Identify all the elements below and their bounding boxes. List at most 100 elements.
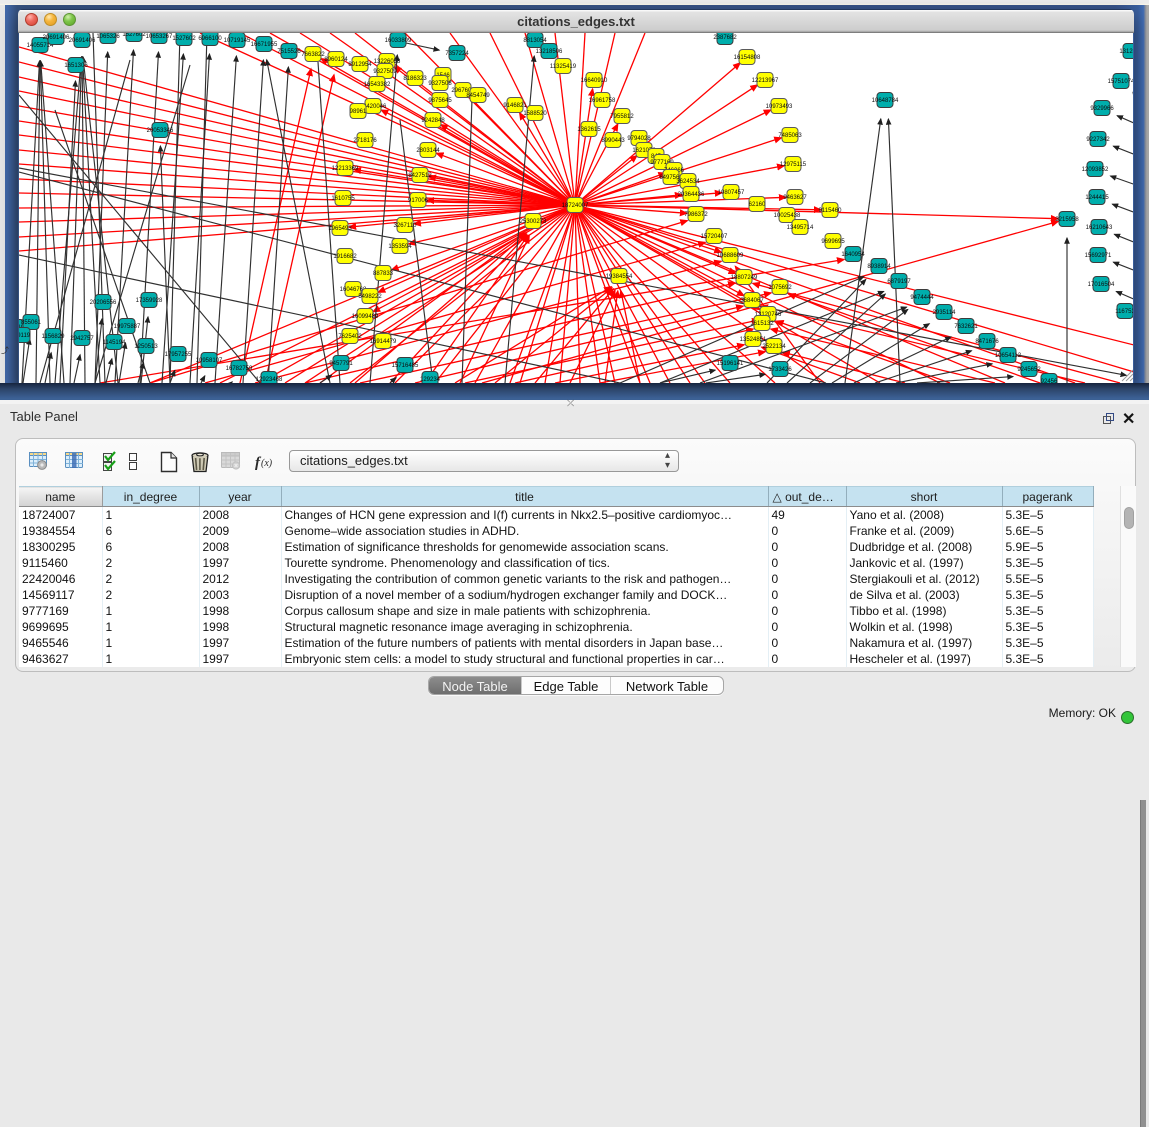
svg-text:98961: 98961 (350, 109, 367, 115)
svg-text:1145194: 1145194 (103, 340, 127, 346)
svg-text:13495714: 13495714 (787, 225, 814, 231)
svg-text:1588520: 1588520 (523, 111, 547, 117)
svg-text:10958107: 10958107 (196, 358, 223, 364)
svg-text:5498222: 5498222 (358, 294, 382, 300)
svg-text:18724007: 18724007 (562, 203, 589, 209)
svg-text:6879197: 6879197 (887, 279, 911, 285)
svg-text:7663822: 7663822 (301, 52, 325, 58)
svg-text:1075692: 1075692 (768, 285, 792, 291)
svg-text:7485063: 7485063 (778, 133, 802, 139)
svg-text:8471676: 8471676 (975, 339, 999, 345)
svg-text:20206556: 20206556 (90, 300, 117, 306)
svg-text:11325419: 11325419 (550, 64, 577, 70)
svg-text:8186323: 8186323 (403, 76, 427, 82)
svg-text:17957255: 17957255 (165, 352, 192, 358)
svg-text:20364436: 20364436 (678, 192, 705, 198)
svg-text:10719145: 10719145 (224, 38, 251, 44)
svg-text:1610755: 1610755 (331, 196, 355, 202)
svg-text:10648784: 10648784 (872, 98, 899, 104)
svg-text:16543382: 16543382 (364, 82, 391, 88)
svg-text:16640910: 16640910 (581, 78, 608, 84)
svg-text:116753: 116753 (1115, 309, 1133, 315)
svg-text:9327509: 9327509 (373, 69, 397, 75)
svg-text:7632621: 7632621 (954, 324, 978, 330)
svg-text:25300273: 25300273 (520, 219, 547, 225)
svg-text:12093852: 12093852 (1082, 167, 1109, 173)
svg-text:1733426: 1733426 (768, 367, 792, 373)
svg-text:10654112: 10654112 (995, 353, 1022, 359)
svg-text:9115460: 9115460 (819, 208, 843, 214)
svg-text:16210643: 16210643 (1086, 225, 1113, 231)
svg-text:1353594: 1353594 (388, 244, 412, 250)
svg-text:9794028: 9794028 (627, 136, 651, 142)
svg-text:16671955: 16671955 (251, 42, 278, 48)
svg-text:9242848: 9242848 (421, 118, 445, 124)
svg-text:1156829: 1156829 (42, 334, 66, 340)
svg-text:16782759: 16782759 (226, 366, 253, 372)
svg-text:18807249: 18807249 (731, 275, 758, 281)
svg-text:15692971: 15692971 (1085, 253, 1112, 259)
svg-text:8912954: 8912954 (348, 62, 372, 68)
svg-text:15720407: 15720407 (701, 234, 728, 240)
svg-text:1362615: 1362615 (577, 127, 601, 133)
svg-text:16099489: 16099489 (352, 314, 379, 320)
svg-text:7955812: 7955812 (610, 114, 634, 120)
svg-text:(x): (x) (261, 458, 273, 469)
svg-text:855061: 855061 (21, 320, 42, 326)
svg-text:1615132: 1615132 (750, 321, 774, 327)
svg-text:9329966: 9329966 (1090, 106, 1114, 112)
svg-text:887833: 887833 (373, 271, 394, 277)
svg-text:7625402: 7625402 (338, 334, 362, 340)
svg-text:39119: 39119 (19, 333, 31, 339)
svg-text:3684067: 3684067 (740, 298, 764, 304)
svg-text:16914479: 16914479 (370, 339, 397, 345)
svg-text:8427512: 8427512 (408, 173, 432, 179)
svg-text:6966100: 6966100 (198, 36, 222, 42)
svg-text:7357224: 7357224 (445, 51, 469, 57)
svg-text:10807457: 10807457 (718, 190, 745, 196)
svg-text:2387682: 2387682 (713, 35, 737, 41)
svg-text:1250513: 1250513 (134, 344, 158, 350)
svg-text:15196141: 15196141 (717, 361, 744, 367)
svg-text:1065326: 1065326 (96, 34, 120, 40)
svg-text:10653267: 10653267 (146, 34, 173, 40)
svg-text:1916682: 1916682 (333, 254, 357, 260)
svg-text:3215958: 3215958 (1055, 217, 1079, 223)
svg-text:3624534: 3624534 (676, 179, 700, 185)
svg-text:2942757: 2942757 (70, 336, 94, 342)
svg-text:9474444: 9474444 (910, 295, 934, 301)
svg-text:19975887: 19975887 (114, 324, 141, 330)
svg-text:19384554: 19384554 (606, 274, 633, 280)
svg-text:9245652: 9245652 (1017, 367, 1041, 373)
svg-text:20691406: 20691406 (69, 38, 96, 44)
svg-text:10025438: 10025438 (774, 213, 801, 219)
svg-text:9463627: 9463627 (783, 195, 807, 201)
svg-text:15751074: 15751074 (1108, 79, 1133, 85)
svg-text:12213967: 12213967 (752, 78, 779, 84)
svg-text:3267110: 3267110 (394, 223, 418, 229)
svg-text:7515526: 7515526 (277, 49, 301, 55)
svg-text:1312541: 1312541 (1119, 49, 1133, 55)
svg-text:7986372: 7986372 (684, 212, 708, 218)
svg-text:2522134: 2522134 (762, 344, 786, 350)
svg-text:1527602: 1527602 (122, 33, 146, 38)
svg-text:9227342: 9227342 (1086, 137, 1110, 143)
svg-text:62160: 62160 (749, 202, 766, 208)
svg-text:9457791: 9457791 (329, 361, 353, 367)
svg-text:2935114: 2935114 (933, 310, 957, 316)
svg-text:8990443: 8990443 (601, 138, 625, 144)
svg-text:1651306: 1651306 (64, 63, 88, 69)
svg-text:20691406: 20691406 (43, 35, 70, 41)
svg-text:2718176: 2718176 (353, 138, 377, 144)
svg-text:2803144: 2803144 (416, 148, 440, 154)
svg-text:8454749: 8454749 (466, 93, 490, 99)
svg-text:10973493: 10973493 (766, 104, 793, 110)
svg-text:9875645: 9875645 (428, 98, 452, 104)
svg-text:1965493: 1965493 (328, 226, 352, 232)
svg-text:20053346: 20053346 (147, 128, 174, 134)
svg-text:15716485: 15716485 (392, 363, 419, 369)
svg-text:16961758: 16961758 (589, 98, 616, 104)
svg-text:12975115: 12975115 (780, 162, 807, 168)
svg-text:17016504: 17016504 (1088, 282, 1115, 288)
svg-text:16033809: 16033809 (385, 38, 412, 44)
